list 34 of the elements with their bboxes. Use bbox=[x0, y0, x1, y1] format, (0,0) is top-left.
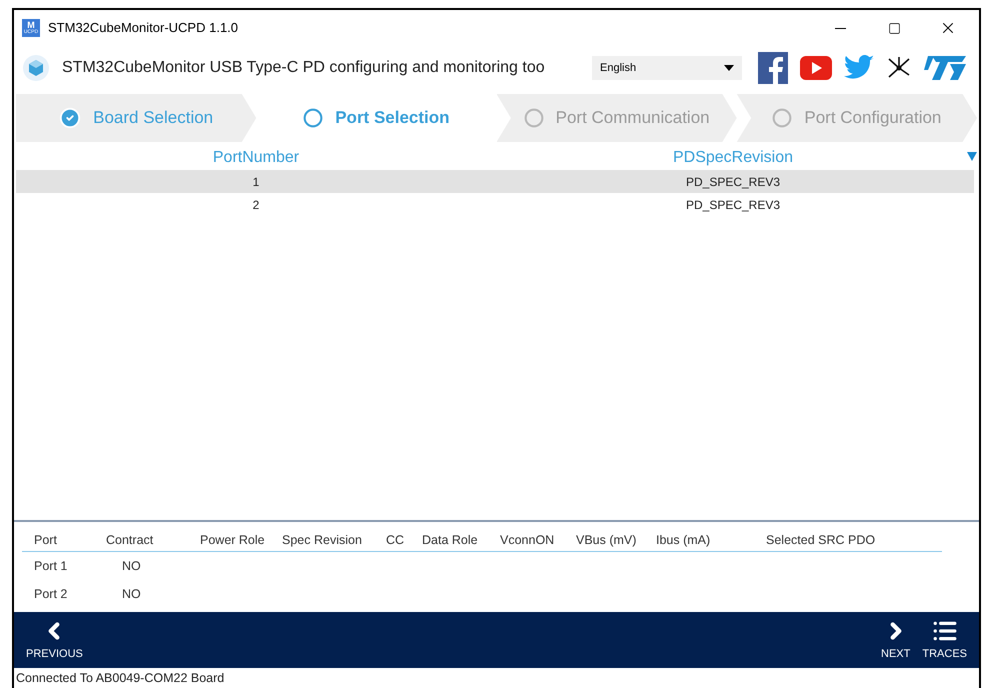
status-bar-text: Connected To AB0049-COM22 Board bbox=[16, 670, 224, 687]
app-header-title: STM32CubeMonitor USB Type-C PD configuring and monitoring too bbox=[62, 58, 546, 78]
table-cell-text: PD_SPEC_REV3 bbox=[684, 196, 782, 214]
logo-icon[interactable] bbox=[924, 56, 966, 80]
table-row[interactable]: 1 PD_SPEC_REV3 bbox=[16, 170, 974, 193]
cube-icon bbox=[22, 54, 50, 82]
language-dropdown[interactable]: English bbox=[592, 56, 742, 80]
table-cell-text: Port 1 bbox=[33, 558, 68, 575]
youtube-icon[interactable] bbox=[800, 56, 832, 80]
table-cell-text: NO bbox=[121, 586, 142, 603]
window-title: STM32CubeMonitor-UCPD 1.1.0 bbox=[48, 19, 240, 38]
column-header: Port bbox=[33, 532, 58, 550]
column-header: Contract bbox=[105, 532, 154, 550]
table-cell-text: Port 2 bbox=[33, 586, 68, 603]
table-cell-text: 2 bbox=[252, 196, 260, 214]
column-header: CC bbox=[385, 532, 406, 550]
column-header: VconnON bbox=[499, 532, 556, 550]
column-header: Ibus (mA) bbox=[655, 532, 712, 550]
previous-button[interactable]: PREVIOUS bbox=[26, 618, 83, 662]
next-button[interactable]: NEXT bbox=[881, 618, 910, 662]
facebook-icon[interactable] bbox=[758, 52, 788, 84]
column-header: Data Role bbox=[421, 532, 479, 550]
column-header: Power Role bbox=[199, 532, 266, 550]
column-header: Selected SRC PDO bbox=[765, 532, 876, 550]
table-cell-text: PD_SPEC_REV3 bbox=[684, 174, 782, 190]
sort-arrow-icon[interactable] bbox=[967, 152, 977, 161]
column-header: Spec Revision bbox=[281, 532, 363, 550]
maximize-icon bbox=[888, 22, 900, 34]
bird-icon[interactable] bbox=[844, 55, 874, 81]
column-header: VBus (mV) bbox=[575, 532, 638, 550]
table-cell-text: 1 bbox=[252, 174, 260, 190]
caret-icon bbox=[724, 65, 734, 71]
table-cell-text: NO bbox=[121, 558, 142, 575]
traces-button[interactable]: TRACES bbox=[922, 618, 967, 662]
